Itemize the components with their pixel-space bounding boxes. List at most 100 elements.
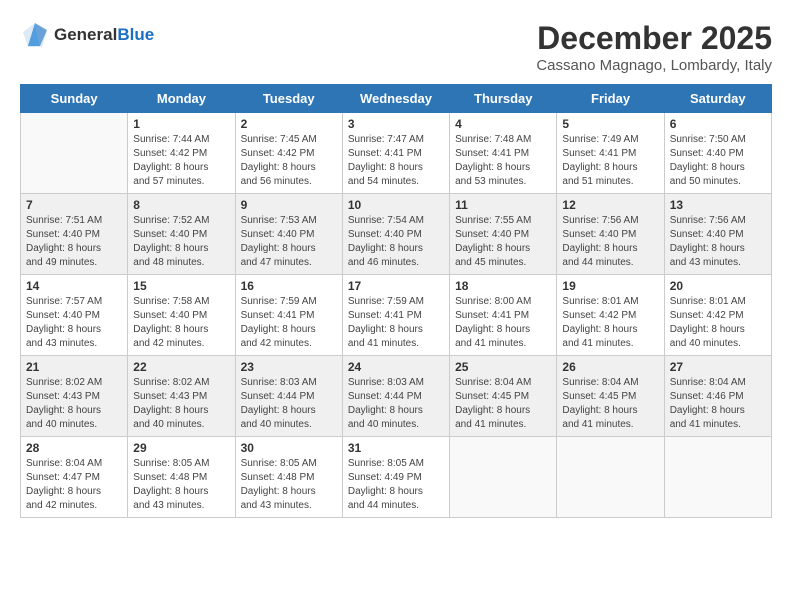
calendar-cell: 9 Sunrise: 7:53 AM Sunset: 4:40 PM Daylig… [235,194,342,275]
header-wednesday: Wednesday [342,85,449,113]
day-info: Sunrise: 8:05 AM Sunset: 4:48 PM Dayligh… [241,457,337,513]
calendar-cell: 6Sunrise: 7:50 AM Sunset: 4:40 PM Daylig… [664,113,771,194]
header-tuesday: Tuesday [235,85,342,113]
day-info: Sunrise: 8:03 AM Sunset: 4:44 PM Dayligh… [241,376,337,432]
header-thursday: Thursday [450,85,557,113]
day-info: Sunrise: 7:50 AM Sunset: 4:40 PM Dayligh… [670,133,766,189]
day-info: Sunrise: 7:59 AM Sunset: 4:41 PM Dayligh… [241,295,337,351]
header-sunday: Sunday [21,85,128,113]
calendar-cell: 20Sunrise: 8:01 AM Sunset: 4:42 PM Dayli… [664,275,771,356]
day-info: Sunrise: 7:57 AM Sunset: 4:40 PM Dayligh… [26,295,122,351]
calendar-cell: 28 Sunrise: 8:04 AM Sunset: 4:47 PM Dayli… [21,437,128,518]
day-info: Sunrise: 8:02 AM Sunset: 4:43 PM Dayligh… [133,376,229,432]
calendar-cell [450,437,557,518]
day-number: 4 [455,117,551,131]
day-info: Sunrise: 8:03 AM Sunset: 4:44 PM Dayligh… [348,376,444,432]
day-info: Sunrise: 8:00 AM Sunset: 4:41 PM Dayligh… [455,295,551,351]
day-info: Sunrise: 8:01 AM Sunset: 4:42 PM Dayligh… [670,295,766,351]
calendar-cell: 17 Sunrise: 7:59 AM Sunset: 4:41 PM Dayli… [342,275,449,356]
calendar-cell: 22 Sunrise: 8:02 AM Sunset: 4:43 PM Dayli… [128,356,235,437]
calendar-cell: 1Sunrise: 7:44 AM Sunset: 4:42 PM Daylig… [128,113,235,194]
day-info: Sunrise: 8:02 AM Sunset: 4:43 PM Dayligh… [26,376,122,432]
logo-general: General [54,25,117,44]
day-info: Sunrise: 7:59 AM Sunset: 4:41 PM Dayligh… [348,295,444,351]
day-number: 26 [562,360,658,374]
month-title: December 2025 [536,20,772,57]
day-info: Sunrise: 8:04 AM Sunset: 4:45 PM Dayligh… [562,376,658,432]
calendar-cell: 19Sunrise: 8:01 AM Sunset: 4:42 PM Dayli… [557,275,664,356]
calendar-cell [21,113,128,194]
logo-text: GeneralBlue [54,25,154,45]
calendar-cell: 29Sunrise: 8:05 AM Sunset: 4:48 PM Dayli… [128,437,235,518]
day-info: Sunrise: 7:58 AM Sunset: 4:40 PM Dayligh… [133,295,229,351]
day-number: 7 [26,198,122,212]
calendar-cell: 13 Sunrise: 7:56 AM Sunset: 4:40 PM Dayli… [664,194,771,275]
calendar-cell: 11 Sunrise: 7:55 AM Sunset: 4:40 PM Dayli… [450,194,557,275]
day-number: 14 [26,279,122,293]
day-number: 28 [26,441,122,455]
calendar-cell: 7 Sunrise: 7:51 AM Sunset: 4:40 PM Daylig… [21,194,128,275]
day-number: 18 [455,279,551,293]
day-number: 21 [26,360,122,374]
calendar-cell: 12 Sunrise: 7:56 AM Sunset: 4:40 PM Dayli… [557,194,664,275]
day-info: Sunrise: 7:47 AM Sunset: 4:41 PM Dayligh… [348,133,444,189]
header-friday: Friday [557,85,664,113]
header-monday: Monday [128,85,235,113]
day-info: Sunrise: 8:04 AM Sunset: 4:46 PM Dayligh… [670,376,766,432]
logo-icon [20,20,50,50]
calendar-week-row: 21 Sunrise: 8:02 AM Sunset: 4:43 PM Dayli… [21,356,772,437]
day-info: Sunrise: 7:51 AM Sunset: 4:40 PM Dayligh… [26,214,122,270]
calendar-cell: 16 Sunrise: 7:59 AM Sunset: 4:41 PM Dayli… [235,275,342,356]
calendar-cell: 27 Sunrise: 8:04 AM Sunset: 4:46 PM Dayli… [664,356,771,437]
day-info: Sunrise: 7:53 AM Sunset: 4:40 PM Dayligh… [241,214,337,270]
logo-blue: Blue [117,25,154,44]
day-info: Sunrise: 7:52 AM Sunset: 4:40 PM Dayligh… [133,214,229,270]
day-number: 1 [133,117,229,131]
day-number: 10 [348,198,444,212]
day-info: Sunrise: 7:56 AM Sunset: 4:40 PM Dayligh… [562,214,658,270]
day-number: 12 [562,198,658,212]
day-info: Sunrise: 7:55 AM Sunset: 4:40 PM Dayligh… [455,214,551,270]
day-number: 22 [133,360,229,374]
day-info: Sunrise: 8:04 AM Sunset: 4:45 PM Dayligh… [455,376,551,432]
calendar-header-row: SundayMondayTuesdayWednesdayThursdayFrid… [21,85,772,113]
calendar-cell: 31Sunrise: 8:05 AM Sunset: 4:49 PM Dayli… [342,437,449,518]
calendar-cell: 24 Sunrise: 8:03 AM Sunset: 4:44 PM Dayli… [342,356,449,437]
day-number: 17 [348,279,444,293]
day-info: Sunrise: 8:01 AM Sunset: 4:42 PM Dayligh… [562,295,658,351]
day-number: 25 [455,360,551,374]
calendar-cell: 18 Sunrise: 8:00 AM Sunset: 4:41 PM Dayli… [450,275,557,356]
calendar-week-row: 28 Sunrise: 8:04 AM Sunset: 4:47 PM Dayli… [21,437,772,518]
day-number: 15 [133,279,229,293]
day-info: Sunrise: 8:04 AM Sunset: 4:47 PM Dayligh… [26,457,122,513]
day-info: Sunrise: 7:56 AM Sunset: 4:40 PM Dayligh… [670,214,766,270]
calendar-cell: 14 Sunrise: 7:57 AM Sunset: 4:40 PM Dayli… [21,275,128,356]
calendar-cell [557,437,664,518]
calendar-cell: 5Sunrise: 7:49 AM Sunset: 4:41 PM Daylig… [557,113,664,194]
day-number: 8 [133,198,229,212]
page-header: GeneralBlue December 2025 Cassano Magnag… [20,20,772,74]
location-title: Cassano Magnago, Lombardy, Italy [536,57,772,74]
day-number: 2 [241,117,337,131]
day-info: Sunrise: 7:48 AM Sunset: 4:41 PM Dayligh… [455,133,551,189]
day-number: 24 [348,360,444,374]
calendar-cell [664,437,771,518]
day-number: 9 [241,198,337,212]
day-number: 5 [562,117,658,131]
calendar-body: 1Sunrise: 7:44 AM Sunset: 4:42 PM Daylig… [21,113,772,518]
day-info: Sunrise: 7:45 AM Sunset: 4:42 PM Dayligh… [241,133,337,189]
day-number: 11 [455,198,551,212]
calendar-cell: 15 Sunrise: 7:58 AM Sunset: 4:40 PM Dayli… [128,275,235,356]
day-number: 3 [348,117,444,131]
day-number: 27 [670,360,766,374]
day-number: 16 [241,279,337,293]
title-area: December 2025 Cassano Magnago, Lombardy,… [536,20,772,74]
calendar-cell: 2 Sunrise: 7:45 AM Sunset: 4:42 PM Daylig… [235,113,342,194]
day-info: Sunrise: 7:54 AM Sunset: 4:40 PM Dayligh… [348,214,444,270]
day-number: 13 [670,198,766,212]
calendar-cell: 21 Sunrise: 8:02 AM Sunset: 4:43 PM Dayli… [21,356,128,437]
day-number: 30 [241,441,337,455]
day-info: Sunrise: 8:05 AM Sunset: 4:49 PM Dayligh… [348,457,444,513]
day-info: Sunrise: 8:05 AM Sunset: 4:48 PM Dayligh… [133,457,229,513]
day-number: 23 [241,360,337,374]
